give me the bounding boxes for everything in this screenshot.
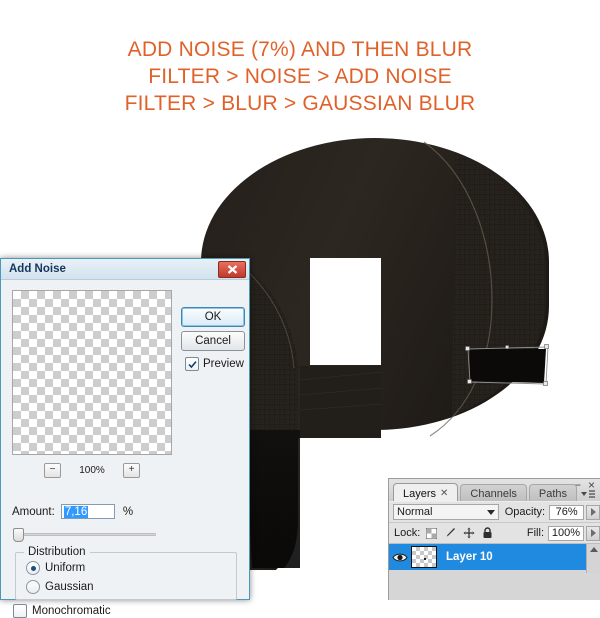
opacity-input[interactable]: 76% — [549, 504, 585, 520]
layer-name-label: Layer 10 — [446, 551, 493, 563]
artwork-notch — [310, 258, 381, 365]
layers-panel-header: − × Layers ✕ Channels Paths — [389, 479, 600, 503]
noise-preview-thumbnail[interactable] — [12, 290, 172, 455]
zoom-out-button[interactable]: − — [44, 462, 61, 478]
lock-transparency-icon[interactable] — [426, 527, 438, 539]
preview-label: Preview — [203, 358, 244, 370]
amount-slider[interactable] — [13, 528, 156, 542]
chevron-down-icon — [486, 509, 495, 515]
radio-gaussian[interactable]: Gaussian — [26, 580, 94, 594]
amount-row: Amount: 7,16 % — [12, 504, 133, 519]
fill-label: Fill: — [526, 527, 544, 539]
layers-scrollbar-up[interactable] — [586, 544, 600, 573]
radio-selected-icon — [26, 561, 40, 575]
layer-row-layer-10[interactable]: Layer 10 — [389, 543, 600, 573]
lock-pixels-icon[interactable] — [444, 527, 456, 539]
eye-icon[interactable] — [389, 552, 411, 563]
radio-unselected-icon — [26, 580, 40, 594]
amount-input[interactable]: 7,16 — [60, 504, 115, 519]
panel-tabs: Layers ✕ Channels Paths — [393, 483, 579, 503]
zoom-level-label: 100% — [79, 464, 105, 476]
panel-menu-icon[interactable] — [580, 489, 596, 499]
lock-row: Lock: Fill: 100% — [389, 522, 600, 543]
heading-line-2: FILTER > NOISE > ADD NOISE — [148, 65, 452, 88]
dialog-title: Add Noise — [9, 263, 66, 275]
lock-all-icon[interactable] — [482, 527, 493, 539]
artwork-mesh-right — [452, 145, 546, 430]
preview-checkbox[interactable]: Preview — [185, 357, 244, 371]
ok-button[interactable]: OK — [181, 307, 245, 327]
layer-thumbnail[interactable] — [411, 546, 437, 568]
opacity-stepper-button[interactable] — [586, 504, 600, 520]
blend-mode-value: Normal — [397, 506, 433, 518]
fill-stepper-button[interactable] — [586, 525, 600, 541]
lock-label: Lock: — [394, 527, 421, 539]
tab-paths-label: Paths — [538, 488, 568, 500]
instruction-heading: ADD NOISE (7%) AND THEN BLUR FILTER > NO… — [0, 36, 600, 117]
distribution-label: Distribution — [24, 546, 90, 558]
blend-mode-select[interactable]: Normal — [393, 504, 499, 520]
checkbox-checked-icon — [185, 357, 199, 371]
radio-uniform[interactable]: Uniform — [26, 561, 85, 575]
close-icon[interactable] — [218, 261, 246, 278]
tab-layers-label: Layers — [403, 487, 437, 500]
layers-panel: − × Layers ✕ Channels Paths Normal Opaci… — [388, 478, 600, 600]
lock-position-icon[interactable] — [463, 527, 475, 539]
checkbox-unchecked-icon — [13, 604, 27, 618]
preview-zoom-controls: − 100% + — [12, 462, 172, 478]
tab-layers[interactable]: Layers ✕ — [393, 483, 459, 503]
dialog-body: − 100% + OK Cancel Preview Amount: 7,16 … — [1, 280, 249, 618]
uniform-label: Uniform — [45, 562, 86, 574]
artwork-center-block — [300, 366, 381, 438]
amount-value: 7,16 — [63, 505, 89, 518]
lock-icon-group — [426, 527, 493, 539]
slider-track — [21, 533, 156, 536]
dialog-title-bar[interactable]: Add Noise — [1, 259, 249, 280]
zoom-in-button[interactable]: + — [123, 462, 140, 478]
artwork-lower-face — [470, 349, 546, 383]
tab-close-icon[interactable]: ✕ — [440, 488, 448, 499]
monochromatic-label: Monochromatic — [32, 605, 111, 617]
amount-label: Amount: — [12, 505, 55, 518]
gaussian-label: Gaussian — [45, 581, 94, 593]
blend-mode-row: Normal Opacity: 76% — [389, 501, 600, 522]
monochromatic-checkbox[interactable]: Monochromatic — [13, 604, 111, 618]
heading-line-3: FILTER > BLUR > GAUSSIAN BLUR — [124, 92, 476, 115]
distribution-group: Distribution Uniform Gaussian — [15, 546, 237, 600]
tab-channels-label: Channels — [470, 488, 517, 500]
amount-unit-label: % — [122, 505, 134, 518]
cancel-button[interactable]: Cancel — [181, 331, 245, 351]
heading-line-1: ADD NOISE (7%) AND THEN BLUR — [127, 38, 473, 61]
opacity-label: Opacity: — [504, 506, 546, 518]
fill-input[interactable]: 100% — [548, 525, 584, 541]
add-noise-dialog: Add Noise − 100% + OK Cancel Preview Amo… — [0, 258, 250, 618]
slider-thumb[interactable] — [13, 528, 24, 542]
layers-list-empty-area — [389, 570, 600, 586]
